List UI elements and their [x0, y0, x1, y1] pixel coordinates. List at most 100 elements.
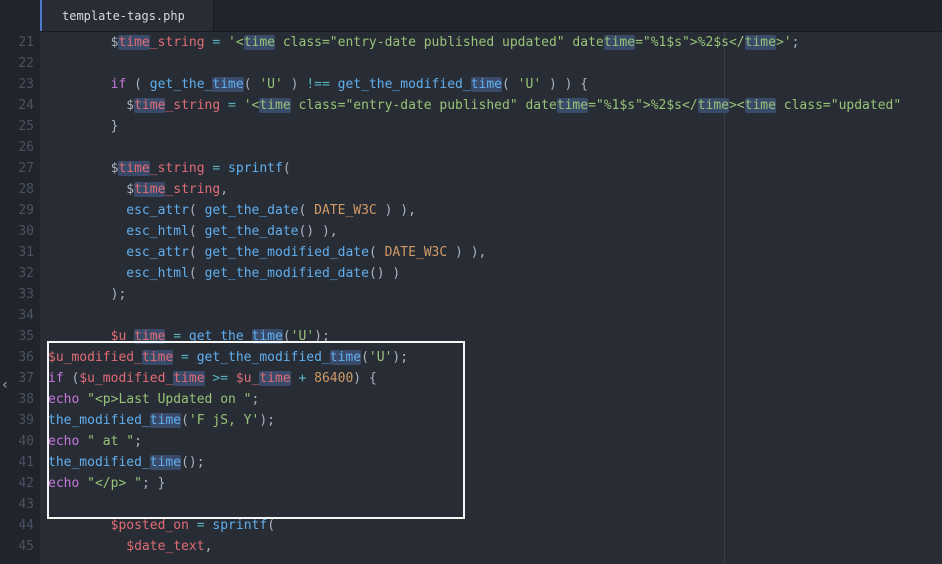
code-line[interactable]: 33 );	[0, 284, 942, 305]
token: sprintf	[228, 161, 283, 176]
token: 86400	[314, 371, 353, 386]
code-line[interactable]: 30 esc_html( get_the_date() ),	[0, 221, 942, 242]
token: () ),	[298, 224, 337, 239]
code-line[interactable]: 21 $time_string = '<time class="entry-da…	[0, 32, 942, 53]
token: (	[502, 77, 518, 92]
code-line[interactable]: 38echo "<p>Last Updated on ";	[0, 389, 942, 410]
token: time	[557, 98, 588, 113]
token: $	[126, 98, 134, 113]
token: ,	[220, 182, 228, 197]
token: ) ),	[447, 245, 486, 260]
code-content[interactable]: esc_attr( get_the_date( DATE_W3C ) ),	[48, 200, 942, 221]
code-line[interactable]: 22	[0, 53, 942, 74]
token: $u_modified_	[79, 371, 173, 386]
token: ();	[181, 455, 204, 470]
token: );	[392, 350, 408, 365]
token: DATE_W3C	[385, 245, 448, 260]
token: ) ),	[377, 203, 416, 218]
token: _string	[165, 182, 220, 197]
code-line[interactable]: 27 $time_string = sprintf(	[0, 158, 942, 179]
token: =	[205, 35, 228, 50]
code-content[interactable]: esc_html( get_the_date() ),	[48, 221, 942, 242]
token: time	[604, 35, 635, 50]
token: $date_text	[126, 539, 204, 554]
code-content[interactable]: the_modified_time('F jS, Y');	[48, 410, 942, 431]
token: time	[252, 329, 283, 344]
code-content[interactable]	[48, 305, 942, 326]
code-content[interactable]: $date_text,	[48, 536, 942, 557]
code-line[interactable]: 24 $time_string = '<time class="entry-da…	[0, 95, 942, 116]
code-line[interactable]: 40echo " at ";	[0, 431, 942, 452]
code-content[interactable]: esc_html( get_the_modified_date() )	[48, 263, 942, 284]
token: time	[134, 182, 165, 197]
token: ;	[142, 476, 158, 491]
code-content[interactable]	[48, 53, 942, 74]
token: time	[330, 350, 361, 365]
token: !==	[306, 77, 329, 92]
token: get_the_date	[205, 203, 299, 218]
code-line[interactable]: 35 $u_time = get_the_time('U');	[0, 326, 942, 347]
code-content[interactable]: esc_attr( get_the_modified_date( DATE_W3…	[48, 242, 942, 263]
code-line[interactable]: 28 $time_string,	[0, 179, 942, 200]
token: (	[189, 203, 205, 218]
tab-template-tags[interactable]: template-tags.php	[40, 0, 214, 31]
line-number: 35	[0, 326, 48, 347]
code-content[interactable]: $u_time = get_the_time('U');	[48, 326, 942, 347]
token: _string	[165, 98, 220, 113]
token: 'U'	[259, 77, 282, 92]
code-line[interactable]: 29 esc_attr( get_the_date( DATE_W3C ) ),	[0, 200, 942, 221]
code-line[interactable]: 32 esc_html( get_the_modified_date() )	[0, 263, 942, 284]
line-number: 32	[0, 263, 48, 284]
line-number: 34	[0, 305, 48, 326]
token: "</p> "	[87, 476, 142, 491]
token: 'U'	[518, 77, 541, 92]
token: time	[150, 413, 181, 428]
code-content[interactable]	[48, 494, 942, 515]
token	[330, 77, 338, 92]
code-content[interactable]: $time_string = '<time class="entry-date …	[48, 32, 942, 53]
fold-toggle-icon[interactable]: ‹	[0, 374, 12, 396]
code-content[interactable]: $time_string = '<time class="entry-date …	[48, 95, 942, 116]
code-content[interactable]: $time_string = sprintf(	[48, 158, 942, 179]
token: (	[64, 371, 80, 386]
code-content[interactable]: if ($u_modified_time >= $u_time + 86400)…	[48, 368, 942, 389]
token: (	[189, 266, 205, 281]
token: time	[471, 77, 502, 92]
code-content[interactable]: the_modified_time();	[48, 452, 942, 473]
code-line[interactable]: 42echo "</p> "; }	[0, 473, 942, 494]
code-line[interactable]: 26	[0, 137, 942, 158]
code-content[interactable]: $time_string,	[48, 179, 942, 200]
token: time	[745, 35, 776, 50]
code-line[interactable]: 36$u_modified_time = get_the_modified_ti…	[0, 347, 942, 368]
code-content[interactable]: echo " at ";	[48, 431, 942, 452]
code-content[interactable]: $posted_on = sprintf(	[48, 515, 942, 536]
token: =	[205, 161, 228, 176]
code-line[interactable]: 45 $date_text,	[0, 536, 942, 557]
code-line[interactable]: 25 }	[0, 116, 942, 137]
token: );	[111, 287, 127, 302]
line-number: 39	[0, 410, 48, 431]
code-line[interactable]: 23 if ( get_the_time( 'U' ) !== get_the_…	[0, 74, 942, 95]
code-line[interactable]: 43	[0, 494, 942, 515]
code-line[interactable]: 37if ($u_modified_time >= $u_time + 8640…	[0, 368, 942, 389]
token: time	[244, 35, 275, 50]
code-line[interactable]: 31 esc_attr( get_the_modified_date( DATE…	[0, 242, 942, 263]
code-line[interactable]: 39the_modified_time('F jS, Y');	[0, 410, 942, 431]
code-line[interactable]: 34	[0, 305, 942, 326]
code-content[interactable]: if ( get_the_time( 'U' ) !== get_the_mod…	[48, 74, 942, 95]
code-line[interactable]: 44 $posted_on = sprintf(	[0, 515, 942, 536]
code-content[interactable]: $u_modified_time = get_the_modified_time…	[48, 347, 942, 368]
token: " at "	[87, 434, 134, 449]
code-content[interactable]: );	[48, 284, 942, 305]
code-line[interactable]: 41the_modified_time();	[0, 452, 942, 473]
code-content[interactable]: echo "<p>Last Updated on ";	[48, 389, 942, 410]
line-number: 29	[0, 200, 48, 221]
code-content[interactable]: }	[48, 116, 942, 137]
code-editor[interactable]: 21 $time_string = '<time class="entry-da…	[0, 32, 942, 564]
code-content[interactable]	[48, 137, 942, 158]
token: get_the_	[189, 329, 252, 344]
token: time	[212, 77, 243, 92]
token: $posted_on	[111, 518, 189, 533]
code-content[interactable]: echo "</p> "; }	[48, 473, 942, 494]
token: (	[283, 161, 291, 176]
